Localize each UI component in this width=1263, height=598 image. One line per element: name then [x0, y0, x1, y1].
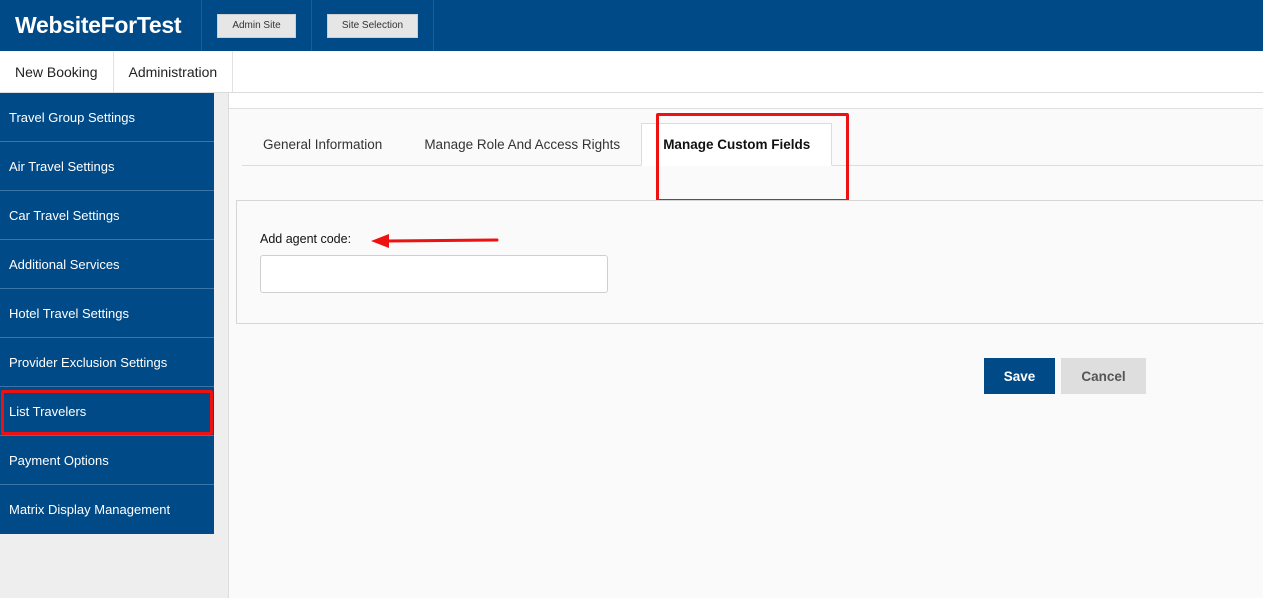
top-nav: New Booking Administration [0, 51, 1263, 93]
sidebar-item-matrix-display-management[interactable]: Matrix Display Management [0, 485, 214, 534]
agent-code-label: Add agent code: [260, 232, 352, 246]
site-selection-button[interactable]: Site Selection [327, 13, 418, 38]
admin-site-button[interactable]: Admin Site [217, 13, 296, 38]
admin-site-cell: Admin Site [202, 0, 312, 51]
site-selection-cell: Site Selection [312, 0, 434, 51]
annotation-arrow-icon [371, 234, 499, 248]
sidebar-item-hotel-travel-settings[interactable]: Hotel Travel Settings [0, 289, 214, 338]
tab-bar: General Information Manage Role And Acce… [242, 113, 1263, 202]
main-content: General Information Manage Role And Acce… [229, 108, 1263, 598]
nav-administration[interactable]: Administration [114, 51, 234, 92]
tab-manage-custom-fields[interactable]: Manage Custom Fields [641, 123, 833, 166]
header-bar: WebsiteForTest Admin Site Site Selection [0, 0, 1263, 51]
sidebar-item-provider-exclusion-settings[interactable]: Provider Exclusion Settings [0, 338, 214, 387]
nav-new-booking[interactable]: New Booking [0, 51, 114, 92]
sidebar-item-air-travel-settings[interactable]: Air Travel Settings [0, 142, 214, 191]
page: WebsiteForTest Admin Site Site Selection… [0, 0, 1263, 598]
sidebar-item-list-travelers[interactable]: List Travelers [0, 387, 214, 436]
save-button[interactable]: Save [984, 358, 1055, 394]
custom-fields-panel: Add agent code: [236, 200, 1263, 324]
cancel-button[interactable]: Cancel [1061, 358, 1146, 394]
sidebar-item-additional-services[interactable]: Additional Services [0, 240, 214, 289]
sidebar: Travel Group Settings Air Travel Setting… [0, 93, 214, 534]
sidebar-item-travel-group-settings[interactable]: Travel Group Settings [0, 93, 214, 142]
tab-general-information[interactable]: General Information [242, 123, 403, 165]
sidebar-item-payment-options[interactable]: Payment Options [0, 436, 214, 485]
brand-title: WebsiteForTest [0, 0, 202, 51]
tab-manage-role-and-access-rights[interactable]: Manage Role And Access Rights [403, 123, 641, 165]
agent-code-input[interactable] [260, 255, 608, 293]
sidebar-item-car-travel-settings[interactable]: Car Travel Settings [0, 191, 214, 240]
